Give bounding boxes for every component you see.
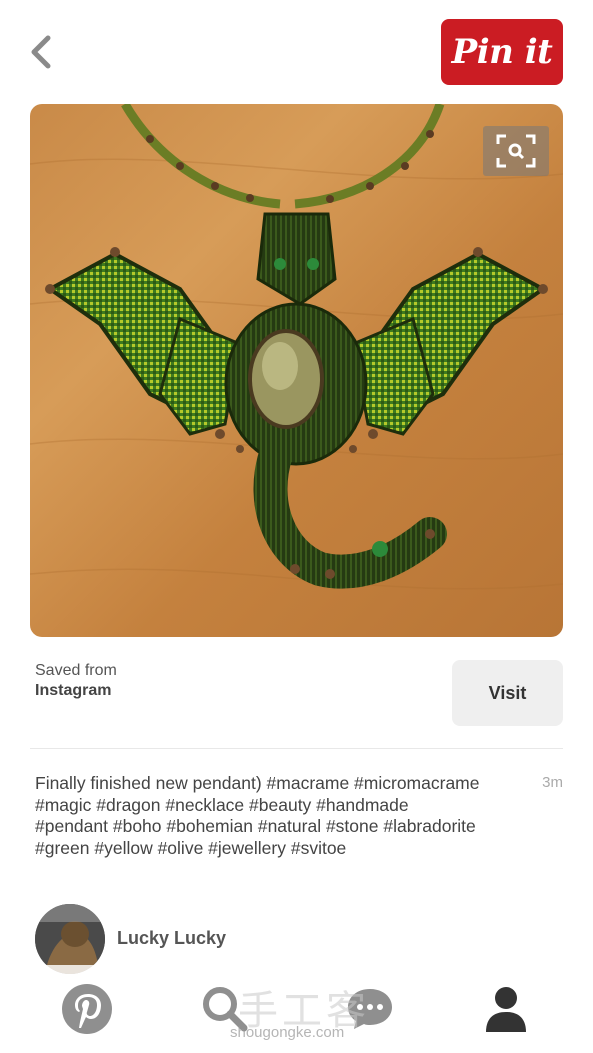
visual-search-icon — [496, 134, 536, 168]
avatar-image — [35, 904, 105, 974]
pinterest-logo-icon — [62, 984, 112, 1034]
timestamp: 3m — [542, 774, 563, 791]
user-name[interactable]: Lucky Lucky — [117, 928, 226, 949]
pin-it-button[interactable]: Pin it — [441, 19, 563, 85]
chevron-left-icon — [31, 35, 51, 69]
avatar[interactable] — [35, 904, 105, 974]
saved-from-label: Saved from — [35, 662, 117, 679]
profile-icon — [486, 987, 526, 1032]
tab-profile[interactable] — [476, 979, 536, 1039]
back-button[interactable] — [24, 30, 60, 74]
visit-button[interactable]: Visit — [452, 660, 563, 726]
tab-home[interactable] — [57, 979, 117, 1039]
dragon-pendant-image — [30, 104, 563, 590]
source-name[interactable]: Instagram — [35, 682, 111, 700]
visual-search-button[interactable] — [483, 126, 549, 176]
pin-image[interactable] — [30, 104, 563, 637]
watermark-url: shougongke.com — [230, 1024, 345, 1041]
pin-description: Finally finished new pendant) #macrame #… — [35, 773, 480, 858]
divider — [30, 748, 563, 749]
